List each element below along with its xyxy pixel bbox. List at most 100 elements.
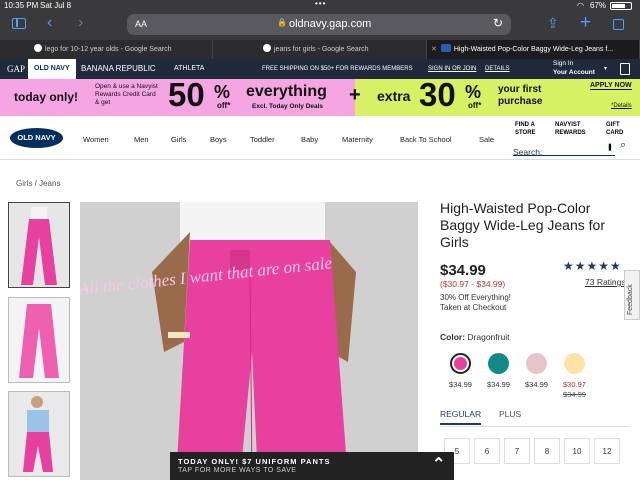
brand-bar: GAP OLD NAVY BANANA REPUBLIC ATHLETA FRE… [0,59,640,79]
nav-maternity[interactable]: Maternity [342,135,373,144]
rewards-link[interactable]: NAVYIST REWARDS [555,121,591,137]
close-tab-icon[interactable]: ✕ [431,46,437,53]
thumbnail-image [9,392,69,476]
size-button[interactable]: 10 [564,438,590,464]
color-line: Color: Dragonfruit [440,332,509,342]
new-tab-icon[interactable]: + [580,12,591,34]
main-nav: OLD NAVY Women Men Girls Boys Toddler Ba… [0,116,640,160]
forward-icon[interactable]: › [78,14,83,32]
size-button[interactable]: 7 [504,438,530,464]
brand-old-navy[interactable]: OLD NAVY [28,59,76,79]
address-bar[interactable]: AA 🔒 oldnavy.gap.com ↻ [127,14,511,35]
chevron-down-icon[interactable]: ▾ [604,59,607,79]
tab-title: jeans for girls - Google Search [274,46,369,53]
percent-sign: % [214,82,231,102]
promo-banner[interactable]: today only! Open & use a Navyist Rewards… [0,76,640,116]
product-thumbnail-3[interactable] [8,391,70,477]
more-dots-icon[interactable]: ••• [315,0,326,8]
first-purchase-text: your first purchase [498,84,543,107]
nav-toddler[interactable]: Toddler [250,135,275,144]
price-range: ($30.97 - $34.99) [440,279,506,289]
product-thumbnail-1[interactable] [8,202,70,288]
brand-gap[interactable]: GAP [7,59,25,79]
url-text[interactable]: oldnavy.gap.com [289,18,371,30]
color-label: Color: [440,332,466,342]
status-bar: 10:35 PM Sat Jul 8 ••• ◠ 67% [0,0,640,12]
product-thumbnail-2[interactable] [8,297,70,383]
off-text: off* [468,101,482,110]
shipping-message: FREE SHIPPING ON $50+ FOR REWARDS MEMBER… [262,66,413,72]
swatch-yellow[interactable] [564,353,585,374]
promo-line-1: 30% Off Everything! [440,293,511,302]
find-store-link[interactable]: FIND A STORE [515,121,543,137]
status-time: 10:35 PM [4,1,39,10]
star-rating[interactable]: ★★★★★ [563,259,622,273]
feedback-tab[interactable]: Feedback [624,270,640,320]
nav-baby[interactable]: Baby [301,135,318,144]
sidebar-icon[interactable] [12,18,26,29]
ratings-link[interactable]: 73 Ratings [585,277,625,288]
google-icon [34,44,42,53]
nav-sale[interactable]: Sale [479,135,494,144]
size-button[interactable]: 12 [594,438,620,464]
share-icon[interactable]: ⇪ [547,15,559,32]
product-title: High-Waisted Pop-Color Baggy Wide-Leg Je… [440,200,605,250]
swatch-dragonfruit[interactable] [450,353,471,374]
color-name: Dragonfruit [467,332,510,342]
breadcrumb[interactable]: Girls / Jeans [16,179,60,188]
cursor-icon: ❚ [607,144,613,151]
fit-tab-regular[interactable]: REGULAR [440,409,482,425]
nav-girls[interactable]: Girls [171,135,186,144]
back-icon[interactable]: ‹ [47,14,52,32]
fit-tab-plus[interactable]: PLUS [499,409,521,419]
today-only-text: today only! [14,90,79,104]
feedback-label: Feedback [627,284,634,315]
old-navy-logo[interactable]: OLD NAVY [10,128,63,148]
swatch-sale-price: $30.97 [563,380,586,389]
tab-strip: lego for 10-12 year olds - Google Search… [0,40,640,59]
size-button[interactable]: 6 [474,438,500,464]
card-offer-text: Open & use a Navyist Rewards Credit Card… [95,83,158,106]
nav-boys[interactable]: Boys [210,135,227,144]
search-input[interactable]: Search: ❚ [513,142,615,157]
lock-icon: 🔒 [277,18,287,27]
reload-icon[interactable]: ↻ [493,16,503,30]
shipping-details-link[interactable]: DETAILS [485,59,510,79]
tabs-overview-icon[interactable] [613,19,624,30]
plus-sign: + [349,84,361,106]
nav-men[interactable]: Men [134,135,149,144]
apply-now-link[interactable]: APPLY NOW [590,82,632,90]
fifty-percent: 50 [168,76,205,113]
size-button[interactable]: 8 [534,438,560,464]
tab-jeans-search[interactable]: jeans for girls - Google Search [213,40,427,59]
status-date: Sat Jul 8 [40,1,72,10]
search-icon[interactable]: ⌕ [620,139,626,152]
nav-women[interactable]: Women [83,135,109,144]
status-battery-text: 67% [590,1,607,10]
tab-title: lego for 10-12 year olds - Google Search [45,46,172,53]
nav-back-to-school[interactable]: Back To School [400,135,452,144]
promo-details-link[interactable]: *Details [611,103,632,109]
exclusion-text: Excl. Today Only Deals [252,103,324,110]
swatch-price: $34.99 [449,380,472,389]
bag-icon[interactable] [620,63,630,75]
swatch-light-pink[interactable] [526,353,547,374]
battery-icon [610,2,632,10]
browser-toolbar: ‹ › AA 🔒 oldnavy.gap.com ↻ ⇪ + [0,12,640,40]
divider [440,426,630,427]
gift-card-link[interactable]: GIFT CARD [606,121,628,137]
tab-old-navy[interactable]: ✕ High-Waisted Pop-Color Baggy Wide-Leg J… [427,40,640,59]
search-label: Search: [513,147,543,157]
wifi-icon: ◠ [577,1,584,10]
tab-lego-search[interactable]: lego for 10-12 year olds - Google Search [0,40,213,59]
swatch-teal[interactable] [488,353,509,374]
swatch-price: $34.99 [487,380,510,389]
product-photo [80,202,418,480]
bottom-promo-banner[interactable]: TODAY ONLY! $7 UNIFORM PANTS TAP FOR MOR… [170,452,454,480]
text-size-button[interactable]: AA [135,19,147,29]
brand-banana-republic[interactable]: BANANA REPUBLIC [81,59,156,79]
product-price: $34.99 [440,262,486,279]
tab-title: High-Waisted Pop-Color Baggy Wide-Leg Je… [453,46,614,53]
chevron-up-icon[interactable]: ⌃ [432,454,445,474]
product-main-image[interactable]: All the clothes I want that are on sale [80,202,418,480]
